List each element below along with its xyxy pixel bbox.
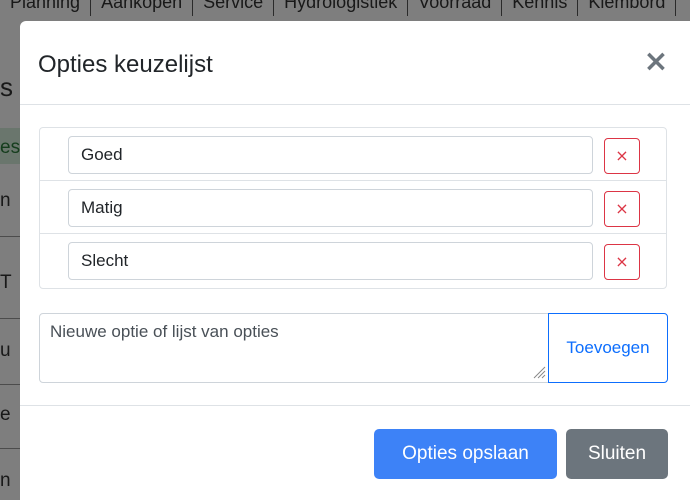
option-row: ×: [40, 234, 666, 287]
add-option-group: Toevoegen: [39, 313, 668, 383]
options-list: × × ×: [39, 127, 667, 289]
option-input[interactable]: [68, 136, 593, 174]
modal-title: Opties keuzelijst: [38, 51, 213, 78]
option-row: ×: [40, 181, 666, 234]
modal-body: × × × Toevoegen: [20, 105, 690, 405]
option-row: ×: [40, 128, 666, 181]
modal-footer: Opties opslaan Sluiten: [20, 405, 690, 500]
remove-option-button[interactable]: ×: [604, 191, 640, 227]
close-button[interactable]: Sluiten: [566, 429, 668, 479]
remove-option-button[interactable]: ×: [604, 138, 640, 174]
add-option-button[interactable]: Toevoegen: [548, 313, 668, 383]
save-options-button[interactable]: Opties opslaan: [374, 429, 557, 479]
remove-option-button[interactable]: ×: [604, 244, 640, 280]
new-option-textarea[interactable]: [39, 313, 549, 383]
modal-header: Opties keuzelijst ×: [20, 21, 690, 105]
resize-handle-icon[interactable]: [532, 365, 546, 379]
option-input[interactable]: [68, 189, 593, 227]
options-modal: Opties keuzelijst × × × ×: [20, 21, 690, 500]
close-x-button[interactable]: ×: [641, 47, 671, 77]
option-input[interactable]: [68, 242, 593, 280]
